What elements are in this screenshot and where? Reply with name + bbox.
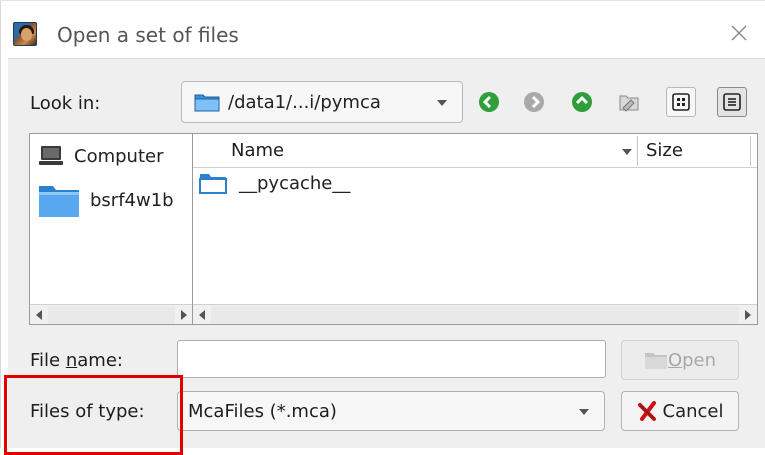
accelerator-key: n xyxy=(65,350,78,371)
list-view-icon xyxy=(672,93,690,111)
new-folder-button[interactable] xyxy=(614,87,644,117)
list-header: Name Size xyxy=(193,134,757,168)
parent-directory-icon xyxy=(572,92,592,112)
detail-view-button[interactable] xyxy=(717,87,747,117)
back-icon xyxy=(479,92,499,112)
chevron-right-icon xyxy=(181,309,187,320)
chevron-left-icon xyxy=(199,309,205,320)
close-icon xyxy=(731,25,747,41)
sidebar-item-computer[interactable]: Computer xyxy=(38,144,163,168)
file-name: __pycache__ xyxy=(239,172,351,194)
sidebar-item-bsrf4w1b[interactable]: bsrf4w1b xyxy=(38,182,174,218)
look-in-combo[interactable]: /data1/...i/pymca xyxy=(181,81,463,123)
parent-directory-button[interactable] xyxy=(567,87,597,117)
list-view-button[interactable] xyxy=(666,87,696,117)
sort-descending-icon xyxy=(622,149,632,155)
computer-icon xyxy=(39,146,63,165)
chevron-down-icon xyxy=(579,409,589,415)
highlight-annotation-box xyxy=(4,375,183,455)
window-title: Open a set of files xyxy=(57,23,239,47)
open-button[interactable]: Open xyxy=(621,340,739,380)
file-name-label: File name: xyxy=(30,350,123,371)
label-text: ame: xyxy=(77,350,123,371)
column-header-name[interactable]: Name xyxy=(231,140,284,161)
folder-icon xyxy=(39,186,79,217)
sidebar-places: Computer bsrf4w1b xyxy=(29,133,194,325)
look-in-path: /data1/...i/pymca xyxy=(228,91,381,113)
list-item[interactable]: __pycache__ xyxy=(199,172,350,194)
file-name-input[interactable] xyxy=(177,340,606,378)
scroll-track[interactable] xyxy=(48,305,175,324)
sidebar-item-label: bsrf4w1b xyxy=(90,189,174,211)
folder-icon xyxy=(194,94,220,112)
sidebar-item-label: Computer xyxy=(74,145,164,167)
chevron-left-icon xyxy=(36,309,42,320)
cancel-button-label: Cancel xyxy=(662,400,724,422)
cancel-icon xyxy=(637,401,656,421)
column-divider[interactable] xyxy=(637,136,638,166)
chevron-right-icon xyxy=(745,309,751,320)
close-button[interactable] xyxy=(727,21,751,45)
column-divider[interactable] xyxy=(750,136,751,166)
title-bar: Open a set of files xyxy=(8,10,765,58)
look-in-label: Look in: xyxy=(30,93,101,114)
forward-button[interactable] xyxy=(519,87,549,117)
open-button-accel: O xyxy=(667,349,683,371)
back-button[interactable] xyxy=(474,87,504,117)
scroll-track[interactable] xyxy=(211,305,739,324)
column-header-size[interactable]: Size xyxy=(646,140,683,161)
chevron-down-icon xyxy=(437,100,447,106)
sidebar-horizontal-scrollbar[interactable] xyxy=(30,304,193,324)
forward-icon xyxy=(524,92,544,112)
scroll-left-button[interactable] xyxy=(30,306,48,324)
folder-icon xyxy=(644,353,667,369)
label-text: File xyxy=(30,350,66,371)
list-horizontal-scrollbar[interactable] xyxy=(193,304,757,324)
folder-icon xyxy=(199,174,227,194)
new-folder-icon xyxy=(619,95,639,112)
scroll-right-button[interactable] xyxy=(739,306,757,324)
scroll-right-button[interactable] xyxy=(175,306,193,324)
cancel-button[interactable]: Cancel xyxy=(621,391,739,431)
detail-view-icon xyxy=(723,93,741,111)
files-of-type-combo[interactable]: McaFiles (*.mca) xyxy=(177,391,605,431)
scroll-left-button[interactable] xyxy=(193,306,211,324)
app-icon xyxy=(13,22,37,46)
screen-edge-left xyxy=(0,0,1,448)
open-button-label: pen xyxy=(682,349,717,371)
files-of-type-value: McaFiles (*.mca) xyxy=(188,400,337,422)
screen-edge-top xyxy=(0,0,765,1)
file-list: Name Size __pycache__ xyxy=(192,133,758,325)
